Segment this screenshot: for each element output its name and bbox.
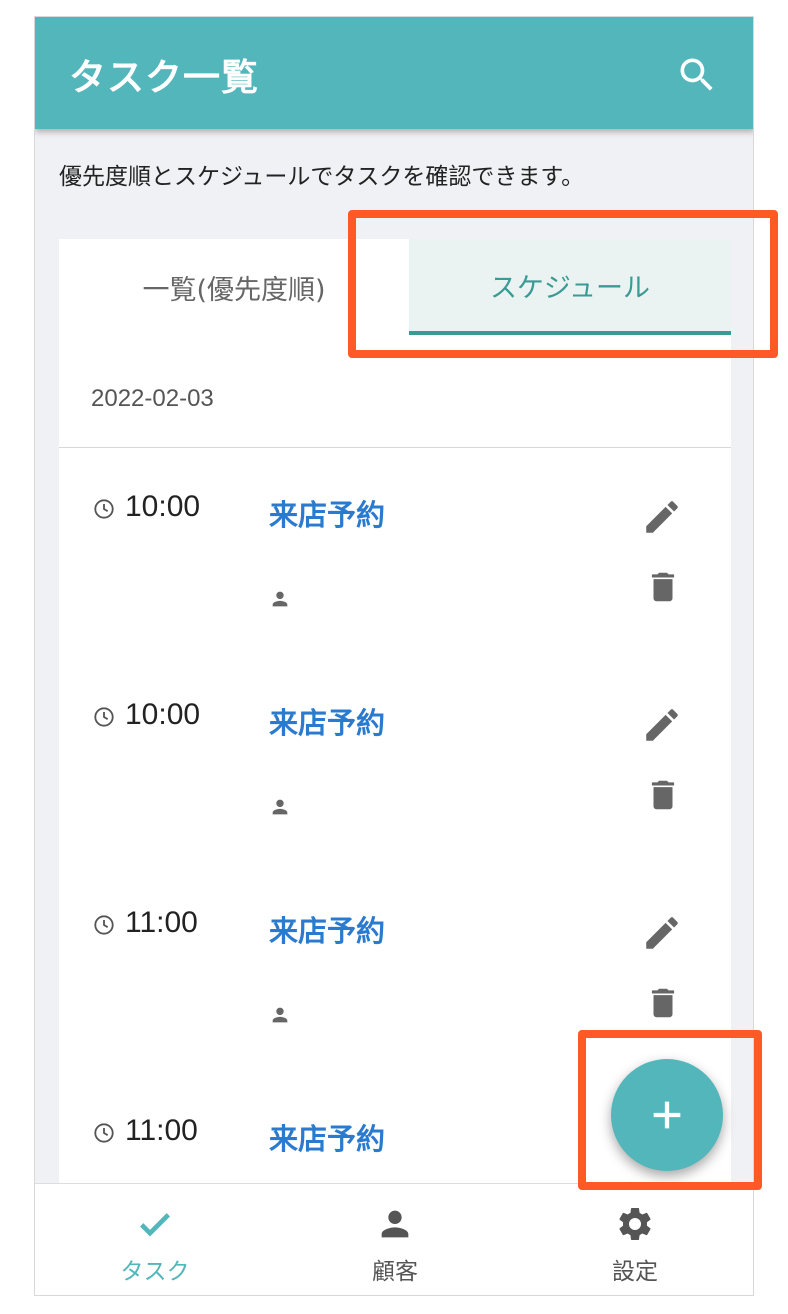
tab-priority-list[interactable]: 一覧(優先度順) [59, 239, 409, 335]
nav-customers[interactable]: 顧客 [275, 1184, 515, 1295]
schedule-item[interactable]: 11:00 来店予約 [59, 864, 731, 1072]
plus-icon [653, 1101, 681, 1129]
item-time: 10:00 [125, 698, 201, 731]
item-name[interactable]: 来店予約 [269, 908, 385, 950]
nav-settings[interactable]: 設定 [515, 1184, 753, 1295]
delete-icon[interactable] [644, 982, 682, 1024]
schedule-date: 2022-02-03 [91, 385, 214, 412]
item-time: 10:00 [125, 490, 201, 523]
nav-settings-label: 設定 [612, 1259, 658, 1285]
schedule-item[interactable]: 10:00 来店予約 [59, 448, 731, 656]
delete-icon[interactable] [644, 774, 682, 816]
edit-icon[interactable] [641, 704, 683, 746]
person-icon [272, 799, 288, 815]
clock-icon [94, 499, 114, 519]
item-time: 11:00 [125, 1114, 198, 1147]
item-name[interactable]: 来店予約 [269, 1116, 385, 1158]
task-card: 一覧(優先度順) スケジュール 2022-02-03 10:00 来店予約 10… [59, 239, 731, 1199]
app-screen: タスク一覧 優先度順とスケジュールでタスクを確認できます。 一覧(優先度順) ス… [34, 16, 754, 1296]
person-icon [272, 1007, 288, 1023]
item-time: 11:00 [125, 906, 198, 939]
delete-icon[interactable] [644, 566, 682, 608]
item-name[interactable]: 来店予約 [269, 700, 385, 742]
page-title: タスク一覧 [69, 56, 259, 99]
app-bar: タスク一覧 [35, 17, 753, 129]
check-icon [140, 1213, 170, 1237]
person-icon [272, 591, 288, 607]
nav-tasks-label: タスク [120, 1259, 190, 1285]
clock-icon [94, 915, 114, 935]
nav-tasks[interactable]: タスク [35, 1184, 275, 1295]
tab-schedule[interactable]: スケジュール [409, 239, 731, 335]
bottom-navigation: タスク 顧客 設定 [35, 1183, 753, 1295]
add-task-button[interactable] [611, 1059, 723, 1171]
search-icon[interactable] [675, 53, 719, 97]
clock-icon [94, 1123, 114, 1143]
date-header: 2022-02-03 [59, 335, 731, 448]
edit-icon[interactable] [641, 496, 683, 538]
nav-customers-label: 顧客 [372, 1259, 418, 1285]
person-icon [381, 1210, 409, 1238]
item-name[interactable]: 来店予約 [269, 492, 385, 534]
clock-icon [94, 707, 114, 727]
description-text: 優先度順とスケジュールでタスクを確認できます。 [59, 164, 585, 190]
edit-icon[interactable] [641, 912, 683, 954]
gear-icon [619, 1208, 651, 1240]
schedule-item[interactable]: 10:00 来店予約 [59, 656, 731, 864]
